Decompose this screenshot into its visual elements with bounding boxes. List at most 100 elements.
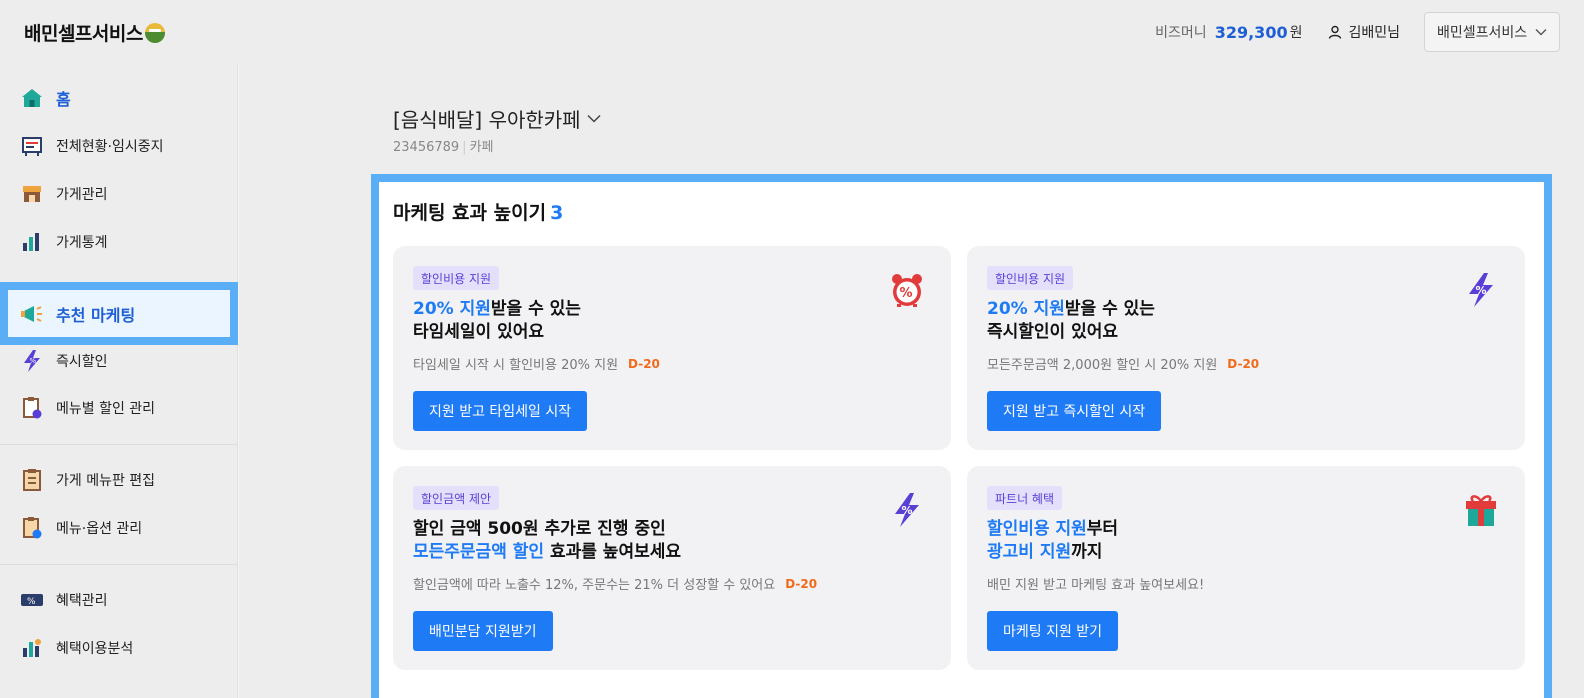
- panel-count: 3: [550, 202, 564, 224]
- card-description: 모든주문금액 2,000원 할인 시 20% 지원 D-20: [987, 354, 1259, 374]
- sidebar-item-menu-option[interactable]: 메뉴·옵션 관리: [0, 508, 238, 548]
- logo[interactable]: 배민셀프서비스: [24, 19, 165, 46]
- menu-board-icon: [20, 468, 44, 492]
- headline-text: 효과를 높여보세요: [544, 542, 682, 562]
- sidebar: 홈 전체현황·임시중지 가게관리 가게통계 추천 마케팅 % 즉시할인 메뉴별 …: [0, 64, 238, 698]
- marketing-panel-highlight: 마케팅 효과 높이기 3 할인비용 지원 20% 지원받을 수 있는 타임세일이 …: [371, 174, 1552, 698]
- lightning-percent-icon: %: [895, 493, 919, 527]
- sidebar-item-overview[interactable]: 전체현황·임시중지: [0, 126, 238, 166]
- card-headline: 20% 지원받을 수 있는 타임세일이 있어요: [413, 298, 581, 344]
- card-headline: 할인 금액 500원 추가로 진행 중인 모든주문금액 할인 효과를 높여보세요: [413, 518, 681, 564]
- board-icon: [20, 134, 44, 158]
- store-icon: [20, 182, 44, 206]
- sidebar-item-menu-board[interactable]: 가게 메뉴판 편집: [0, 460, 238, 500]
- sidebar-item-label: 메뉴별 할인 관리: [56, 401, 156, 417]
- panel-title-text: 마케팅 효과 높이기: [393, 202, 547, 224]
- logo-badge-icon: [144, 22, 165, 43]
- sidebar-item-store-stats[interactable]: 가게통계: [0, 222, 238, 262]
- headline-text: 할인 금액 500원 추가로 진행 중인: [413, 519, 666, 539]
- sidebar-item-instant-discount[interactable]: % 즉시할인: [0, 341, 238, 381]
- sidebar-item-store-management[interactable]: 가게관리: [0, 174, 238, 214]
- svg-text:%: %: [1476, 284, 1487, 297]
- gift-icon: [1466, 495, 1496, 526]
- headline-highlight: 20% 지원: [987, 299, 1065, 319]
- card-description: 할인금액에 따라 노출수 12%, 주문수는 21% 더 성장할 수 있어요 D…: [413, 574, 818, 594]
- menu-option-icon: [20, 516, 44, 540]
- card-badge: 파트너 혜택: [987, 486, 1063, 510]
- marketing-card-partner-benefit: 파트너 혜택 할인비용 지원부터 광고비 지원까지 배민 지원 받고 마케팅 효…: [967, 466, 1525, 670]
- coupon-icon: %: [20, 588, 44, 612]
- svg-text:%: %: [900, 286, 913, 301]
- shop-category: 카페: [469, 140, 494, 155]
- store-select-value: 배민셀프서비스: [1437, 25, 1528, 41]
- card-badge: 할인비용 지원: [413, 266, 500, 290]
- card-headline: 20% 지원받을 수 있는 즉시할인이 있어요: [987, 298, 1155, 344]
- start-timesale-button[interactable]: 지원 받고 타임세일 시작: [413, 391, 588, 431]
- megaphone-icon: [20, 302, 44, 326]
- card-desc-text: 배민 지원 받고 마케팅 효과 높여보세요!: [987, 578, 1205, 593]
- svg-text:%: %: [27, 597, 36, 607]
- sidebar-item-label: 즉시할인: [56, 354, 108, 370]
- sidebar-item-label: 가게통계: [56, 235, 108, 251]
- headline-highlight: 광고비 지원: [987, 542, 1072, 562]
- sidebar-item-benefit-management[interactable]: % 혜택관리: [0, 580, 238, 620]
- marketing-card-discount-proposal: 할인금액 제안 할인 금액 500원 추가로 진행 중인 모든주문금액 할인 효…: [393, 466, 951, 670]
- card-desc-text: 할인금액에 따라 노출수 12%, 주문수는 21% 더 성장할 수 있어요: [413, 578, 776, 593]
- sidebar-divider: [0, 444, 238, 445]
- user-icon: [1329, 25, 1342, 39]
- bizmoney-unit: 원: [1289, 25, 1303, 41]
- logo-text: 배민셀프서비스: [24, 23, 143, 45]
- sidebar-item-label: 혜택이용분석: [56, 641, 134, 657]
- card-description: 배민 지원 받고 마케팅 효과 높여보세요!: [987, 574, 1204, 593]
- baemin-share-support-button[interactable]: 배민분담 지원받기: [413, 611, 553, 651]
- headline-text: 타임세일이 있어요: [413, 322, 545, 342]
- home-icon: [20, 86, 44, 110]
- sidebar-item-label: 혜택관리: [56, 593, 108, 609]
- panel-title: 마케팅 효과 높이기 3: [393, 198, 563, 225]
- store-select[interactable]: 배민셀프서비스: [1424, 12, 1560, 52]
- marketing-panel: 마케팅 효과 높이기 3 할인비용 지원 20% 지원받을 수 있는 타임세일이 …: [379, 182, 1544, 698]
- headline-text: 까지: [1071, 542, 1103, 562]
- headline-text: 즉시할인이 있어요: [987, 322, 1119, 342]
- menu-discount-icon: [20, 396, 44, 420]
- user-menu[interactable]: 김배민님: [1328, 22, 1400, 42]
- card-headline: 할인비용 지원부터 광고비 지원까지: [987, 518, 1118, 564]
- sidebar-item-label: 메뉴·옵션 관리: [56, 521, 143, 537]
- alarm-clock-percent-icon: %: [892, 274, 922, 307]
- card-badge: 할인비용 지원: [987, 266, 1074, 290]
- headline-text: 받을 수 있는: [490, 299, 581, 319]
- top-header: 배민셀프서비스 비즈머니 329,300 원 김배민님 배민셀프서비스: [0, 0, 1584, 64]
- header-right: 비즈머니 329,300 원 김배민님 배민셀프서비스: [1155, 12, 1560, 52]
- headline-text: 부터: [1086, 519, 1119, 539]
- sidebar-item-menu-discount[interactable]: 메뉴별 할인 관리: [0, 388, 238, 428]
- card-description: 타임세일 시작 시 할인비용 20% 지원 D-20: [413, 354, 660, 374]
- dday-badge: D-20: [785, 576, 818, 591]
- sidebar-item-label: 홈: [56, 90, 71, 109]
- bizmoney-amount[interactable]: 329,300: [1215, 23, 1288, 42]
- lightning-percent-icon: %: [1469, 273, 1493, 307]
- dday-badge: D-20: [628, 356, 660, 371]
- sidebar-item-recommended-marketing[interactable]: 추천 마케팅: [0, 282, 238, 345]
- headline-highlight: 모든주문금액 할인: [413, 542, 545, 562]
- shop-id: 23456789: [393, 140, 460, 155]
- shop-selector[interactable]: [음식배달] 우아한카페: [393, 104, 601, 133]
- sidebar-item-label: 전체현황·임시중지: [56, 139, 164, 155]
- marketing-card-timesale: 할인비용 지원 20% 지원받을 수 있는 타임세일이 있어요 타임세일 시작 …: [393, 246, 951, 450]
- sidebar-item-home[interactable]: 홈: [0, 78, 238, 118]
- sidebar-divider: [0, 564, 238, 565]
- sidebar-item-label: 추천 마케팅: [56, 305, 136, 325]
- marketing-card-instant-discount: 할인비용 지원 20% 지원받을 수 있는 즉시할인이 있어요 모든주문금액 2…: [967, 246, 1525, 450]
- headline-highlight: 20% 지원: [413, 299, 491, 319]
- bizmoney-label: 비즈머니: [1155, 25, 1207, 41]
- shop-meta: 23456789 | 카페: [393, 136, 493, 155]
- get-marketing-support-button[interactable]: 마케팅 지원 받기: [987, 611, 1119, 651]
- shop-title: [음식배달] 우아한카페: [393, 108, 581, 132]
- user-name: 김배민님: [1348, 25, 1400, 41]
- start-instant-discount-button[interactable]: 지원 받고 즉시할인 시작: [987, 391, 1162, 431]
- svg-text:%: %: [902, 504, 913, 517]
- sidebar-item-benefit-analysis[interactable]: 혜택이용분석: [0, 628, 238, 668]
- chevron-down-icon: [587, 114, 601, 123]
- main-content: [음식배달] 우아한카페 23456789 | 카페 마케팅 효과 높이기 3 할인비…: [239, 64, 1584, 698]
- svg-text:%: %: [30, 357, 37, 365]
- headline-text: 받을 수 있는: [1064, 299, 1155, 319]
